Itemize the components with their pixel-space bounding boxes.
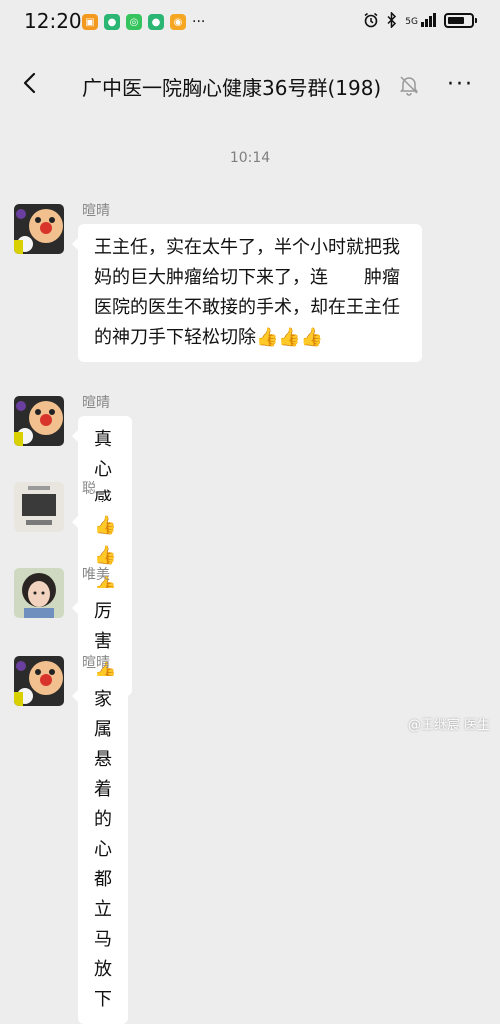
orange-app-icon: ▣	[82, 14, 98, 30]
signal-icon: 5G	[405, 13, 436, 27]
network-label: 5G	[405, 17, 418, 27]
calligraphy-avatar-icon	[14, 482, 64, 532]
avatar[interactable]	[14, 568, 64, 618]
status-right: 5G	[363, 12, 477, 28]
avatar[interactable]	[14, 204, 64, 254]
avatar[interactable]	[14, 656, 64, 706]
bluetooth-icon	[387, 12, 397, 28]
cartoon-avatar-icon	[14, 396, 64, 446]
message-timestamp: 10:14	[229, 150, 271, 166]
back-arrow-icon[interactable]	[18, 70, 44, 96]
status-time: 12:20	[24, 9, 82, 33]
sender-name: 暄晴	[82, 395, 110, 411]
weibo-icon: ◉	[170, 14, 186, 30]
wechat-icon: ●	[104, 14, 120, 30]
sender-name: 暄晴	[82, 203, 110, 219]
girl-avatar-icon	[14, 568, 64, 618]
cartoon-avatar-icon	[14, 204, 64, 254]
sender-name: 聪	[82, 481, 96, 497]
watermark: @王继宸 医生	[407, 718, 490, 733]
mute-bell-icon	[400, 76, 418, 96]
alarm-icon	[364, 12, 378, 28]
cartoon-avatar-icon	[14, 656, 64, 706]
sender-name: 唯美	[82, 567, 110, 583]
chat-header: 广中医一院胸心健康36号群(198) ···	[0, 56, 500, 112]
chat-title: 广中医一院胸心健康36号群(198)	[82, 76, 382, 100]
message-bubble[interactable]: 家属悬着的心都立马放下	[72, 676, 128, 1024]
more-notifications: ···	[192, 14, 206, 30]
green-app-icon: ◎	[126, 14, 142, 30]
status-bar: 12:20 ▣ ● ◎ ● ◉ ··· 5G	[0, 0, 500, 46]
message-bubble[interactable]: 王主任，实在太牛了，半个小时就把我妈的巨大肿瘤给切下来了，连 肿瘤医院的医生不敢…	[72, 224, 422, 362]
sender-name: 暄晴	[82, 655, 110, 671]
more-options-button[interactable]: ···	[447, 72, 474, 97]
wechat-icon: ●	[148, 14, 164, 30]
battery-icon	[444, 12, 477, 28]
notification-icons: ▣ ● ◎ ● ◉ ···	[82, 14, 205, 30]
avatar[interactable]	[14, 482, 64, 532]
avatar[interactable]	[14, 396, 64, 446]
